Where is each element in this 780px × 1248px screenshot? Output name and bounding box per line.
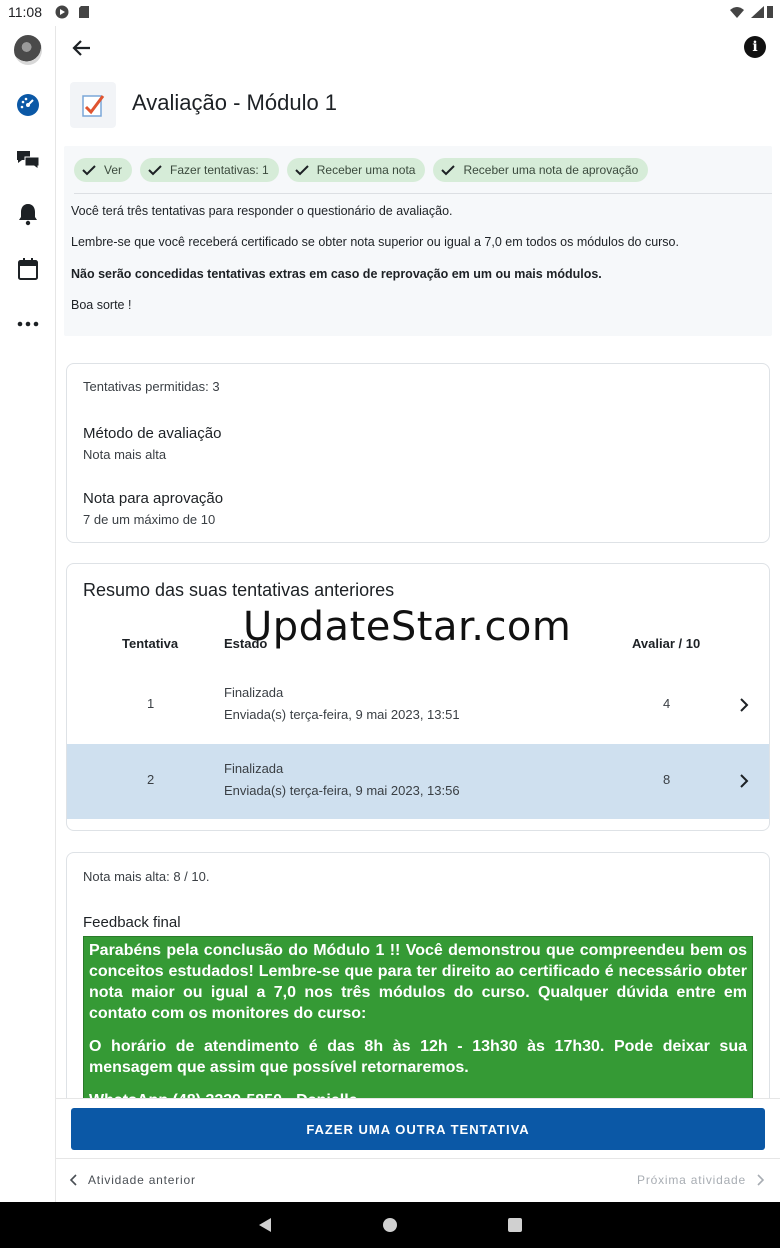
reattempt-button[interactable]: FAZER UMA OUTRA TENTATIVA [71, 1108, 765, 1150]
chevron-right-icon [757, 1174, 765, 1186]
quiz-info-card: Tentativas permitidas: 3 Método de avali… [66, 363, 770, 543]
top-bar: i [56, 26, 780, 70]
summary-title: Resumo das suas tentativas anteriores [83, 580, 395, 600]
activity-description: Ver Fazer tentativas: 1 Receber uma nota… [64, 146, 772, 336]
battery-icon [767, 6, 773, 18]
result-card: Nota mais alta: 8 / 10. Feedback final P… [66, 852, 770, 1112]
column-attempt: Tentativa [122, 636, 179, 651]
completion-conditions: Ver Fazer tentativas: 1 Receber uma nota… [74, 158, 649, 182]
check-icon [441, 165, 456, 176]
previous-activity-link[interactable]: Atividade anterior [68, 1173, 196, 1187]
chevron-right-icon [740, 698, 749, 712]
system-back-icon[interactable] [257, 1217, 273, 1233]
attempt-status: Finalizada [224, 685, 284, 700]
page-title: Avaliação - Módulo 1 [132, 90, 338, 115]
chip-label: Ver [104, 163, 123, 177]
system-home-icon[interactable] [382, 1217, 398, 1233]
feedback-label: Feedback final [83, 914, 181, 931]
intro-paragraph: Você terá três tentativas para responder… [71, 204, 453, 218]
attempt-number: 1 [147, 696, 155, 711]
watermark: UpdateStar.com [243, 604, 572, 650]
passing-grade-label: Nota para aprovação [83, 490, 224, 507]
checklist-icon [82, 95, 105, 117]
info-icon: i [752, 39, 758, 55]
more-button[interactable] [14, 310, 42, 338]
attempt-status: Finalizada [224, 761, 284, 776]
chevron-left-icon [69, 1174, 77, 1186]
column-grade: Avaliar / 10 [632, 636, 701, 651]
messages-button[interactable] [14, 146, 42, 174]
passing-grade-value: 7 de um máximo de 10 [83, 512, 216, 527]
action-area: FAZER UMA OUTRA TENTATIVA [56, 1098, 780, 1158]
check-icon [295, 165, 309, 176]
completion-chip: Receber uma nota de aprovação [433, 158, 649, 182]
check-icon [82, 165, 96, 176]
intro-paragraph: Lembre-se que você receberá certificado … [71, 235, 679, 249]
grading-method-label: Método de avaliação [83, 425, 222, 442]
calendar-icon [18, 258, 38, 280]
quiz-activity-icon [70, 82, 116, 128]
notifications-button[interactable] [14, 200, 42, 228]
more-icon [17, 321, 39, 327]
status-time: 11:08 [8, 4, 42, 20]
sd-card-icon [79, 6, 89, 18]
media-status-icon [55, 5, 69, 19]
next-activity-label: Próxima atividade [637, 1173, 746, 1187]
completion-chip: Ver [74, 158, 133, 182]
attempt-grade: 4 [663, 696, 671, 711]
activity-navigation: Atividade anterior Próxima atividade [56, 1158, 780, 1202]
status-bar: 11:08 [0, 0, 780, 26]
previous-activity-label: Atividade anterior [88, 1173, 196, 1187]
attempt-grade: 8 [663, 772, 671, 787]
completion-chip: Fazer tentativas: 1 [140, 158, 279, 182]
avatar [14, 35, 42, 65]
intro-warning: Não serão concedidas tentativas extras e… [71, 267, 602, 281]
chevron-right-icon [740, 774, 749, 788]
back-arrow-icon[interactable] [70, 36, 94, 60]
chip-label: Receber uma nota [316, 163, 416, 177]
signal-icon [751, 6, 764, 18]
feedback-paragraph: O horário de atendimento é das 8h às 12h… [89, 1038, 747, 1076]
attempt-number: 2 [147, 772, 155, 787]
divider [74, 193, 772, 194]
attempt-row[interactable]: 2 Finalizada Enviada(s) terça-feira, 9 m… [67, 744, 769, 819]
dashboard-button[interactable] [14, 91, 42, 119]
next-activity-link[interactable]: Próxima atividade [637, 1173, 766, 1187]
intro-paragraph: Boa sorte ! [71, 298, 132, 312]
completion-chip: Receber uma nota [286, 158, 426, 182]
feedback-paragraph: Parabéns pela conclusão do Módulo 1 !! V… [89, 942, 747, 1022]
highest-grade: Nota mais alta: 8 / 10. [83, 869, 210, 884]
messages-icon [17, 151, 40, 170]
attempt-submitted: Enviada(s) terça-feira, 9 mai 2023, 13:5… [224, 783, 460, 798]
calendar-button[interactable] [14, 255, 42, 283]
wifi-icon [730, 7, 744, 18]
chip-label: Receber uma nota de aprovação [463, 163, 639, 177]
system-navigation-bar [0, 1202, 780, 1248]
dashboard-icon [17, 94, 39, 116]
chip-label: Fazer tentativas: 1 [170, 163, 269, 177]
check-icon [148, 165, 162, 176]
side-rail [0, 26, 56, 1202]
attempts-allowed: Tentativas permitidas: 3 [83, 379, 220, 394]
grading-method-value: Nota mais alta [83, 447, 167, 462]
bell-icon [19, 204, 37, 226]
attempt-row[interactable]: 1 Finalizada Enviada(s) terça-feira, 9 m… [67, 668, 769, 743]
user-avatar[interactable] [14, 35, 42, 65]
activity-header: Avaliação - Módulo 1 [70, 82, 770, 128]
attempt-submitted: Enviada(s) terça-feira, 9 mai 2023, 13:5… [224, 707, 460, 722]
system-recents-icon[interactable] [507, 1217, 523, 1233]
final-feedback: Parabéns pela conclusão do Módulo 1 !! V… [83, 936, 753, 1112]
info-button[interactable]: i [744, 36, 766, 58]
